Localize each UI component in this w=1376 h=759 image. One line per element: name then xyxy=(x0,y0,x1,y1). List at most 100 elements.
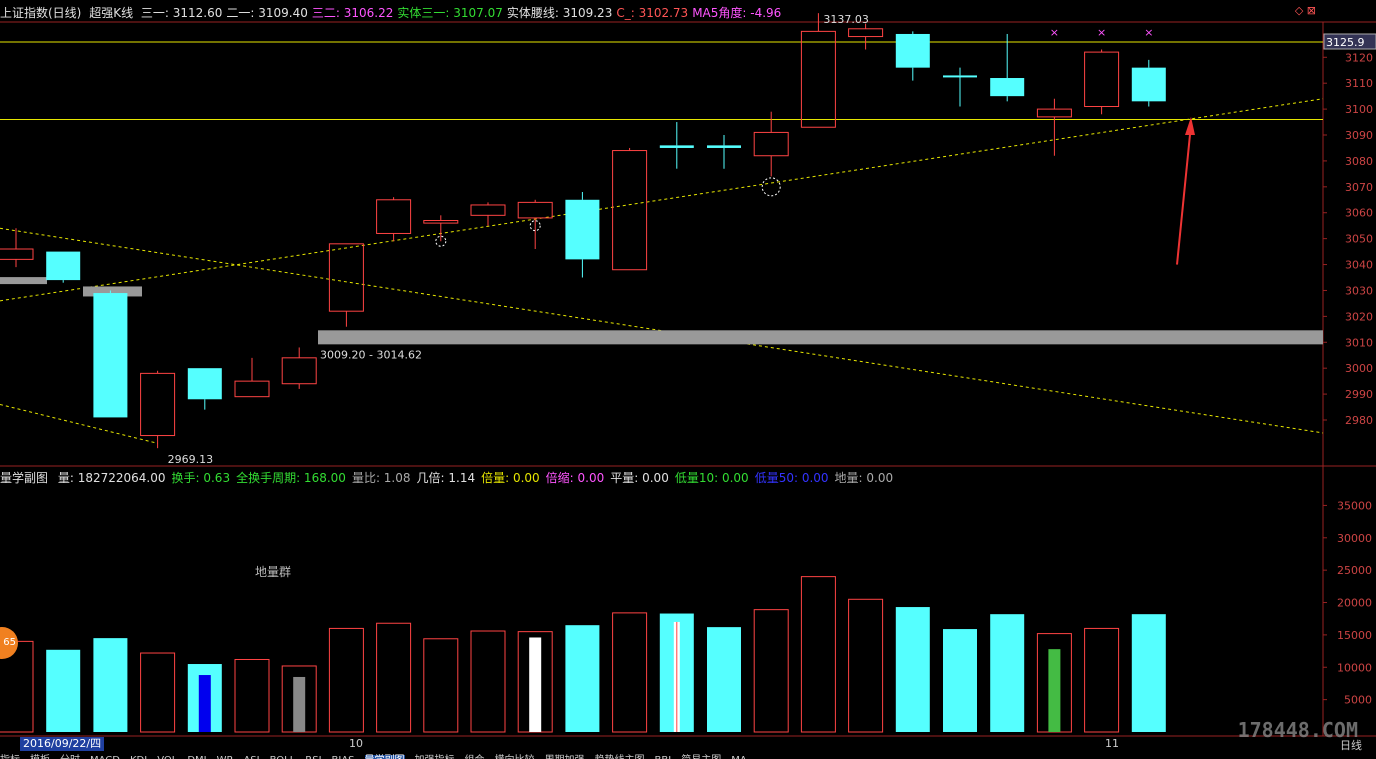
tab-13[interactable]: 加强指标 xyxy=(415,755,455,759)
volume-value-1: 换手: 0.63 xyxy=(171,471,231,485)
date-cursor-label: 2016/09/22/四 xyxy=(20,737,105,751)
volume-inner-mark xyxy=(529,637,542,732)
tab-12[interactable]: 量学副图 xyxy=(364,755,405,759)
tab-14[interactable]: 组合 xyxy=(465,755,485,759)
tab-4[interactable]: KDJ xyxy=(130,755,147,759)
support-zone xyxy=(318,330,1323,345)
pivot-marker xyxy=(761,177,781,197)
tab-18[interactable]: BBI xyxy=(655,755,672,759)
volume-value-6: 倍缩: 0.00 xyxy=(545,471,605,485)
volume-header: 量学副图 量: 182722064.00 换手: 0.63 全换手周期: 168.0… xyxy=(0,469,905,486)
annotation-arrow xyxy=(1176,124,1192,265)
site-watermark: 178448.COM xyxy=(1237,718,1358,742)
volume-tick-label: 30000 xyxy=(1337,532,1372,545)
month-label-11: 11 xyxy=(1105,737,1119,750)
volume-tick-label: 25000 xyxy=(1337,564,1372,577)
volume-bar xyxy=(328,627,364,733)
tab-7[interactable]: WR xyxy=(217,755,234,759)
tab-3[interactable]: MACD xyxy=(90,755,120,759)
tab-6[interactable]: DMI xyxy=(187,755,206,759)
tab-5[interactable]: VOL xyxy=(157,755,177,759)
candle-body xyxy=(376,199,412,234)
volume-inner-mark xyxy=(1048,649,1061,732)
price-tick-label: 2990 xyxy=(1345,388,1373,401)
price-tick-label: 3090 xyxy=(1345,129,1373,142)
candle-body xyxy=(1084,51,1120,108)
zone-label: 3009.20 - 3014.62 xyxy=(320,348,422,361)
tab-8[interactable]: ASI xyxy=(243,755,259,759)
volume-bar xyxy=(848,598,884,733)
candle-body xyxy=(423,220,459,224)
volume-bar xyxy=(707,627,741,732)
tab-9[interactable]: BOLL xyxy=(270,755,296,759)
volume-tick-label: 10000 xyxy=(1337,661,1372,674)
signal-marker: × xyxy=(1144,26,1153,39)
candle-body xyxy=(140,372,176,437)
volume-panel-name: 量学副图 xyxy=(0,471,49,485)
price-tick-label: 3060 xyxy=(1345,207,1373,220)
volume-inner-mark xyxy=(198,675,211,732)
volume-bar xyxy=(423,638,459,733)
tab-17[interactable]: 趋势线主图 xyxy=(595,755,645,759)
candle-body xyxy=(659,145,694,148)
candle-body xyxy=(517,201,553,219)
volume-bar xyxy=(1084,627,1120,733)
tab-1[interactable]: 模板 xyxy=(30,755,50,759)
volume-bar xyxy=(895,607,930,732)
volume-value-9: 低量50: 0.00 xyxy=(754,471,829,485)
price-tick-label: 3000 xyxy=(1345,362,1373,375)
volume-tick-label: 15000 xyxy=(1337,629,1372,642)
candle-body xyxy=(234,380,270,398)
candle-body xyxy=(328,243,364,312)
candle-body xyxy=(46,251,81,281)
tab-0[interactable]: 指标 xyxy=(0,755,20,759)
signal-marker: × xyxy=(1050,26,1059,39)
price-tick-label: 3110 xyxy=(1345,77,1373,90)
price-tick-label: 3050 xyxy=(1345,233,1373,246)
volume-bar xyxy=(612,612,648,733)
badge-counter[interactable]: 65 xyxy=(0,627,18,659)
volume-bar xyxy=(753,609,789,733)
volume-tick-label: 20000 xyxy=(1337,597,1372,610)
volume-bar xyxy=(140,652,176,733)
tab-19[interactable]: 简易主图 xyxy=(681,755,721,759)
candle-body xyxy=(895,33,930,68)
price-tick-label: 3080 xyxy=(1345,155,1373,168)
volume-value-5: 倍量: 0.00 xyxy=(481,471,540,485)
candle-body xyxy=(281,357,317,385)
tab-16[interactable]: 周期加强 xyxy=(545,755,585,759)
volume-bar xyxy=(990,614,1025,732)
volume-value-8: 低量10: 0.00 xyxy=(674,471,749,485)
volume-bar xyxy=(1131,614,1166,732)
volume-value-3: 量比: 1.08 xyxy=(351,471,411,485)
tab-15[interactable]: 横向比较 xyxy=(495,755,535,759)
candle-body xyxy=(943,75,977,78)
tab-20[interactable]: MA xyxy=(731,755,746,759)
volume-bar xyxy=(943,629,977,732)
tab-2[interactable]: 分时 xyxy=(60,755,80,759)
up-trend-line xyxy=(0,98,1324,302)
volume-inner-mark xyxy=(293,676,306,732)
tab-10[interactable]: RSI xyxy=(305,755,321,759)
price-tick-label: 3030 xyxy=(1345,284,1373,297)
volume-value-0: 量: 182722064.00 xyxy=(57,471,166,485)
candle-body xyxy=(800,30,836,128)
candle-body xyxy=(93,293,128,418)
volume-tick-label: 5000 xyxy=(1344,694,1372,707)
price-tick-label: 2980 xyxy=(1345,414,1373,427)
candle-body xyxy=(707,145,741,148)
candle-body xyxy=(1036,108,1072,118)
tab-11[interactable]: BIAS xyxy=(332,755,355,759)
candlestick-chart[interactable]: 2980 2990 3000 3010 3020 3030 3040 3050 3060 3070… xyxy=(0,0,1376,758)
candle-body xyxy=(848,28,884,38)
candle-body xyxy=(0,248,34,260)
volume-bar xyxy=(234,658,270,733)
gap-zone-1 xyxy=(0,277,47,285)
price-tick-label: 3120 xyxy=(1345,51,1373,64)
month-label-10: 10 xyxy=(349,737,363,750)
candle-body xyxy=(187,368,222,400)
price-tick-label: 3070 xyxy=(1345,181,1373,194)
signal-marker: × xyxy=(1097,26,1106,39)
price-tick-label: 3040 xyxy=(1345,259,1373,272)
low-label: 2969.13 xyxy=(168,453,214,466)
